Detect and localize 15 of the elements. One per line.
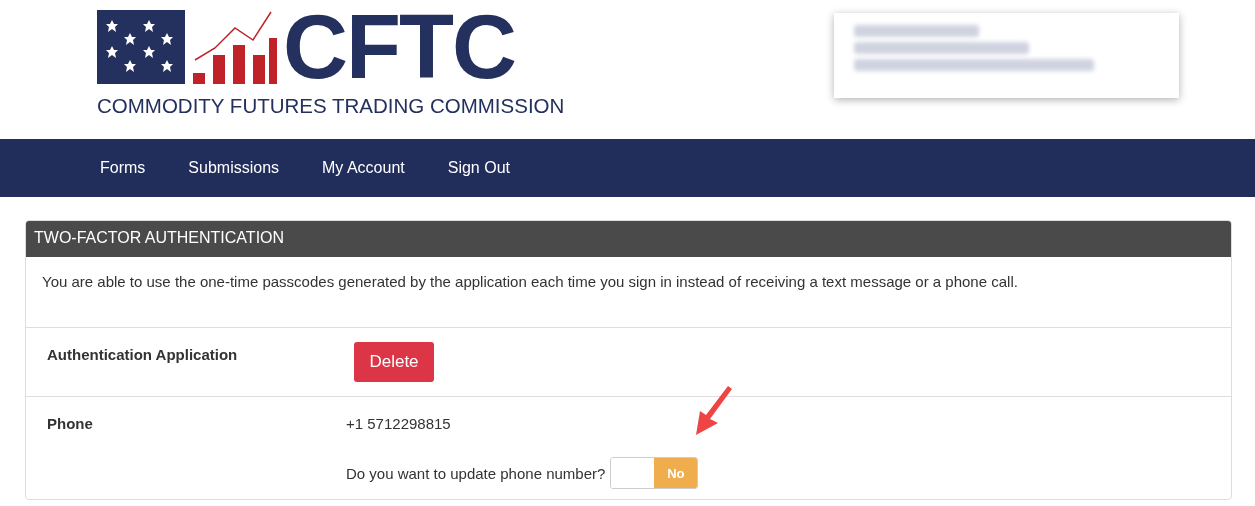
nav-link[interactable]: My Account	[322, 159, 405, 177]
bar-chart-icon	[191, 10, 277, 84]
nav-link[interactable]: Forms	[100, 159, 146, 177]
nav-link[interactable]: Sign Out	[447, 159, 510, 177]
logo-acronym: CFTC	[283, 10, 515, 84]
panel-title: TWO-FACTOR AUTHENTICATION	[26, 221, 1231, 257]
nav-link[interactable]: Submissions	[188, 159, 280, 177]
row-label: Authentication Application	[47, 345, 239, 365]
delete-button[interactable]: Delete	[354, 342, 434, 382]
flag-icon	[97, 10, 185, 84]
panel-description: You are able to use the one-time passcodes generated by the application each time you sign in instead of receiving a text message or a phone call.	[26, 257, 1231, 328]
row-label: Phone	[47, 414, 94, 434]
phone-number: +1 5712298815	[346, 414, 452, 432]
logo-tagline: COMMODITY FUTURES TRADING COMMISSION	[97, 94, 565, 118]
update-question: Do you want to update phone number?	[346, 464, 606, 482]
